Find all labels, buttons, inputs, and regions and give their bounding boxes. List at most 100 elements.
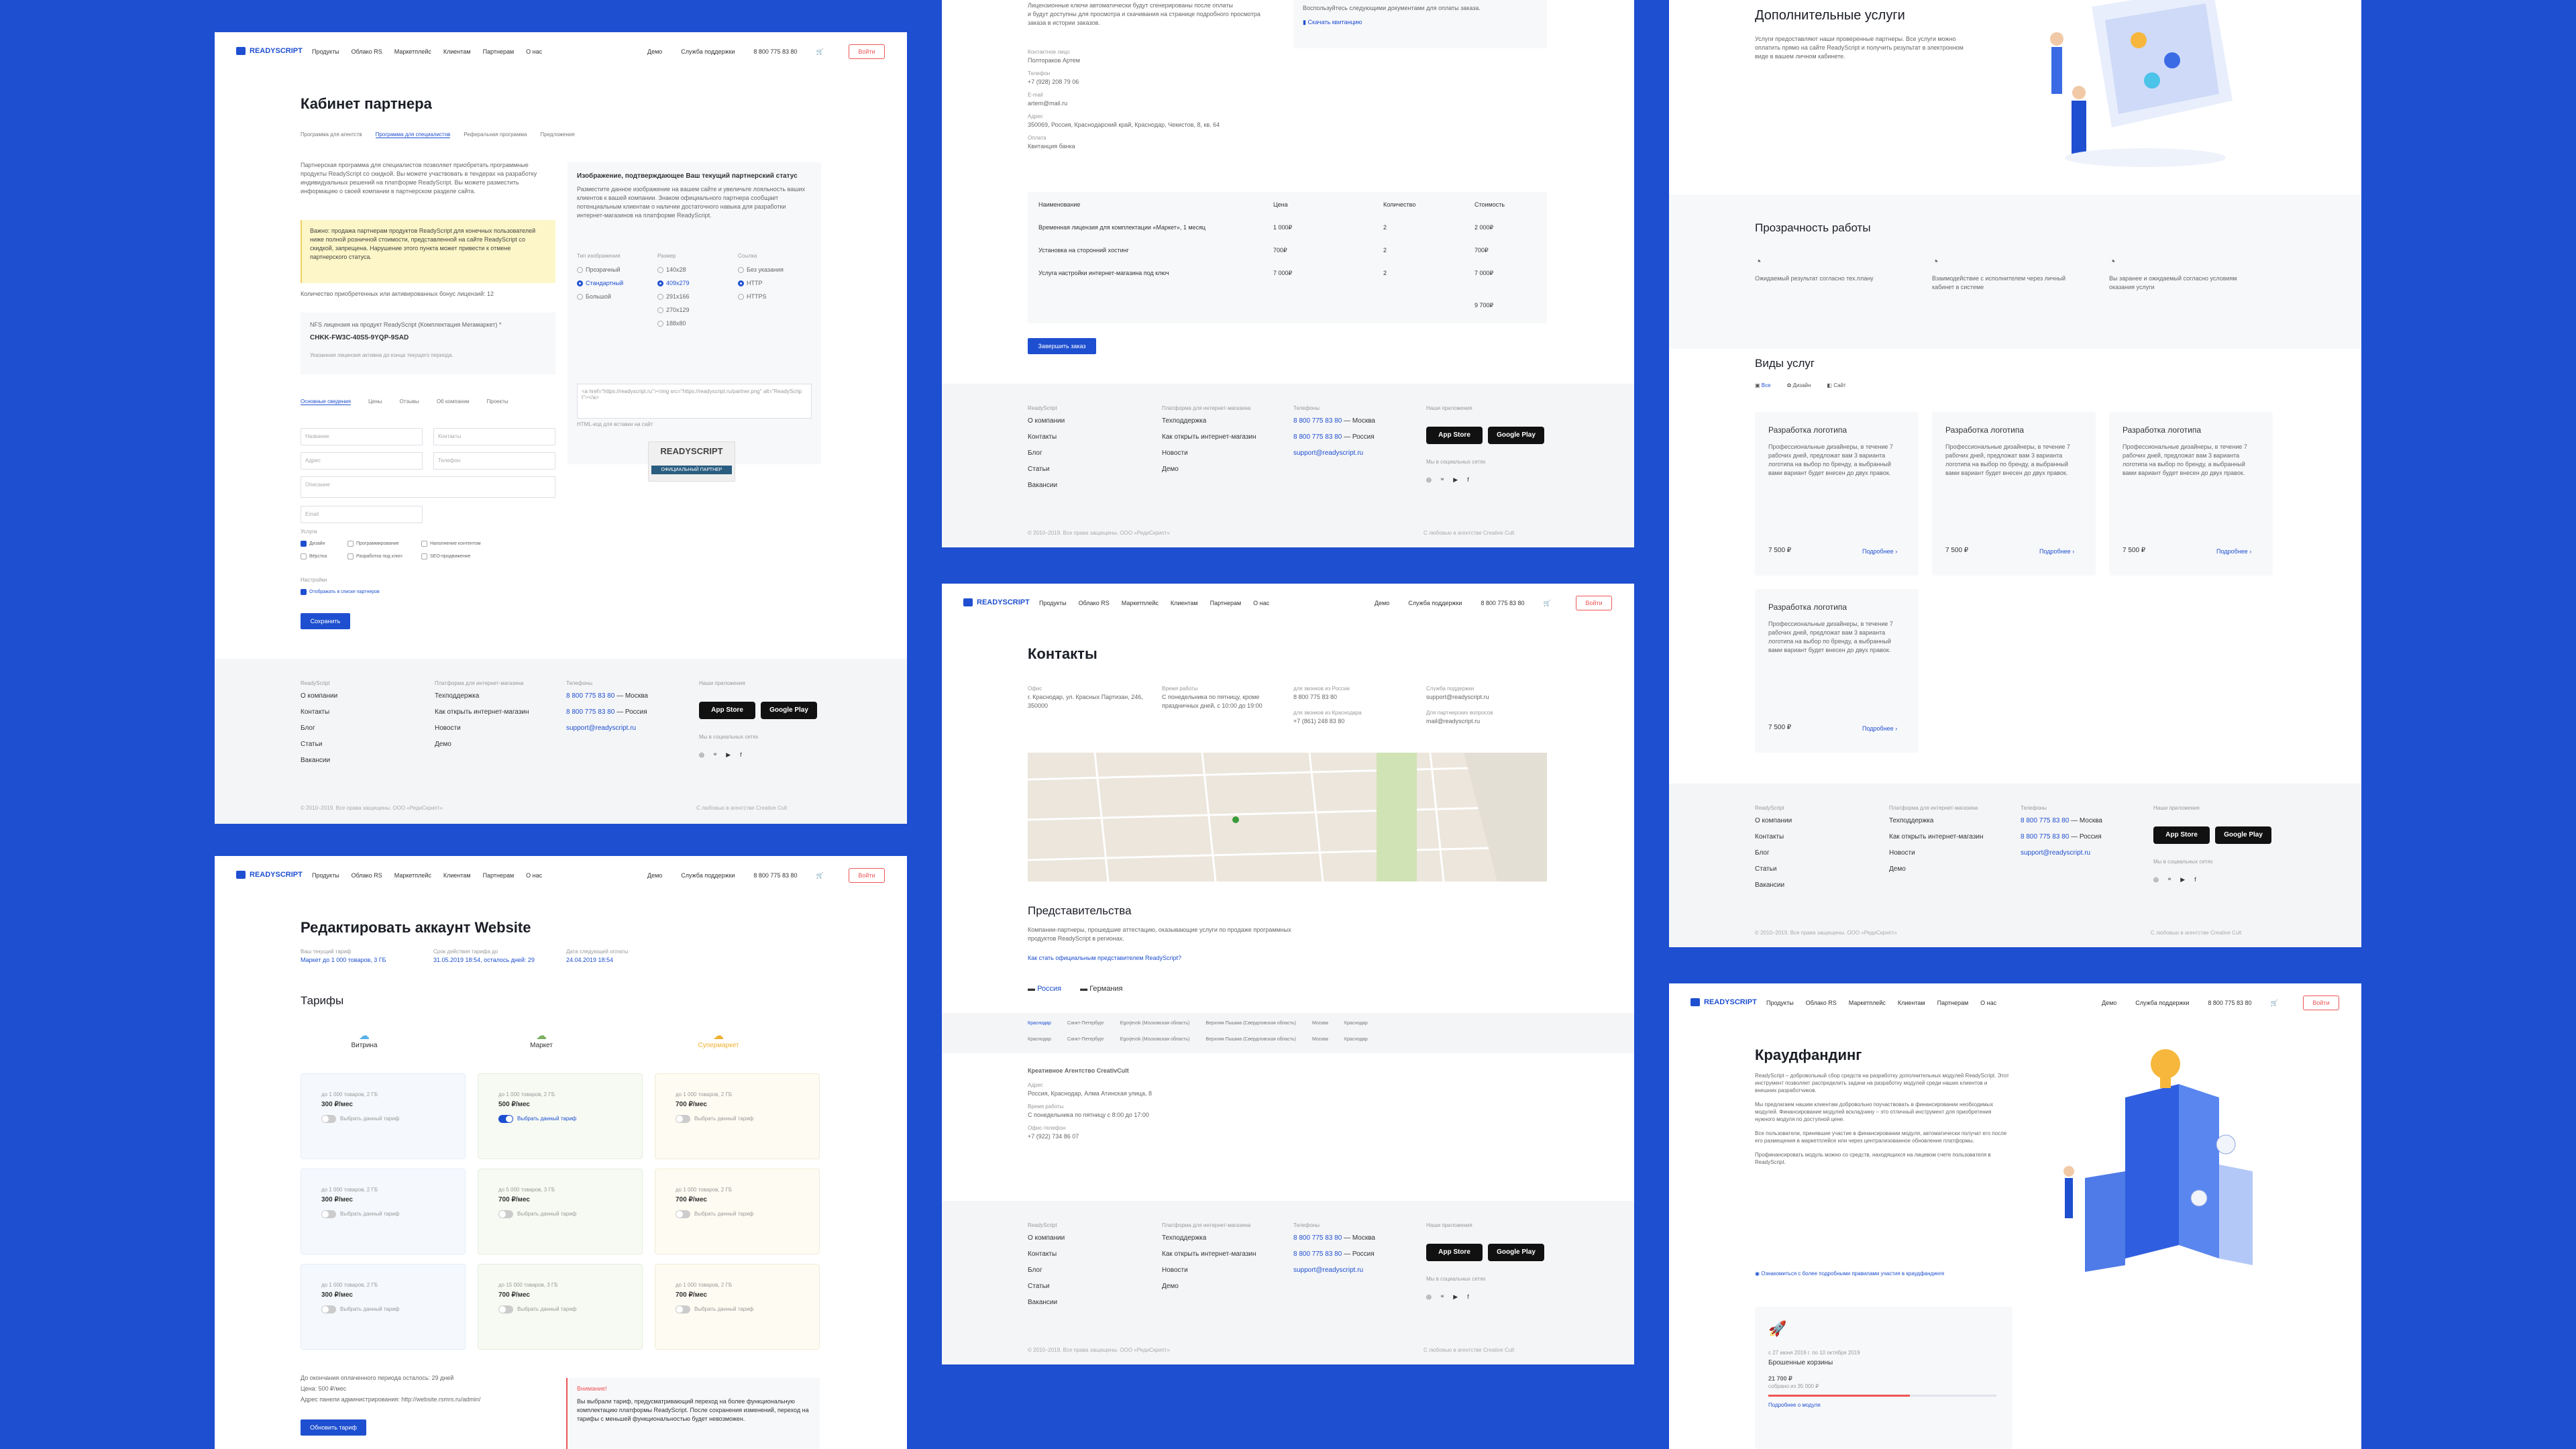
footer-link[interactable]: Вакансии xyxy=(1028,1295,1065,1311)
youtube-icon[interactable]: ▶ xyxy=(2180,876,2185,883)
footer-link[interactable]: О компании xyxy=(301,688,337,704)
footer-phone[interactable]: 8 800 775 83 80 xyxy=(1293,1234,1342,1242)
more-link[interactable]: Подробнее › xyxy=(1862,724,1897,733)
nav-item[interactable]: Партнерам xyxy=(1210,600,1242,606)
footer-link[interactable]: Блог xyxy=(1028,445,1065,462)
google-play-button[interactable]: Google Play xyxy=(1488,427,1544,444)
footer-link[interactable]: Вакансии xyxy=(1755,877,1792,894)
vk-icon[interactable]: ʷ xyxy=(1441,1293,1444,1301)
header-phone[interactable]: 8 800 775 83 80 xyxy=(753,48,797,56)
more-link[interactable]: Подробнее › xyxy=(2216,547,2251,556)
tab[interactable]: Отзывы xyxy=(400,398,419,405)
tab[interactable]: Основные сведения xyxy=(301,398,351,405)
field-description[interactable]: Описание xyxy=(301,476,555,498)
footer-phone[interactable]: 8 800 775 83 80 xyxy=(2021,833,2069,841)
cart-icon[interactable]: 🛒 xyxy=(1543,600,1550,607)
header-phone[interactable]: 8 800 775 83 80 xyxy=(753,872,797,879)
nav-item[interactable]: Продукты xyxy=(312,872,339,879)
login-button[interactable]: Войти xyxy=(849,868,885,883)
youtube-icon[interactable]: ▶ xyxy=(1453,476,1458,484)
service-card[interactable]: Разработка логотипа Профессиональные диза… xyxy=(1755,589,1919,753)
developer-credit[interactable]: С любовью в агентстве Creative Cult xyxy=(696,805,787,811)
field-contacts[interactable]: Контакты xyxy=(433,428,555,445)
footer-link[interactable]: Контакты xyxy=(1755,829,1792,845)
demo-link[interactable]: Демо xyxy=(647,872,662,879)
footer-phone[interactable]: 8 800 775 83 80 xyxy=(566,692,614,700)
footer-link[interactable]: Новости xyxy=(1162,1263,1256,1279)
nav-item[interactable]: О нас xyxy=(1980,1000,1996,1006)
footer-link[interactable]: Как открыть интернет-магазин xyxy=(435,704,529,720)
support-link[interactable]: Служба поддержки xyxy=(681,872,735,879)
logo[interactable]: READYSCRIPT xyxy=(963,598,1030,606)
google-play-button[interactable]: Google Play xyxy=(761,702,817,719)
show-in-list[interactable]: Отображать в списке партнеров xyxy=(301,588,380,596)
field-name[interactable]: Название xyxy=(301,428,423,445)
nav-item[interactable]: Партнерам xyxy=(1937,1000,1969,1006)
footer-link[interactable]: Как открыть интернет-магазин xyxy=(1162,429,1256,445)
tab[interactable]: Предложения xyxy=(540,131,574,138)
save-button[interactable]: Сохранить xyxy=(301,613,350,629)
nav-item[interactable]: Маркетплейс xyxy=(394,872,431,879)
footer-phone[interactable]: 8 800 775 83 80 xyxy=(566,708,614,716)
footer-link[interactable]: Новости xyxy=(1162,445,1256,462)
nav-item[interactable]: Клиентам xyxy=(1171,600,1198,606)
nav-item[interactable]: Продукты xyxy=(1766,1000,1794,1006)
logo[interactable]: READYSCRIPT xyxy=(236,871,303,879)
more-link[interactable]: Подробнее › xyxy=(1862,547,1897,556)
tariff-card[interactable]: до 1 000 товаров, 2 ГБ 700 ₽/мес Выбрать д… xyxy=(655,1264,820,1350)
vk-icon[interactable]: ʷ xyxy=(2168,876,2171,883)
facebook-icon[interactable]: f xyxy=(1467,1293,1469,1301)
footer-phone[interactable]: 8 800 775 83 80 xyxy=(1293,433,1342,441)
field-phone[interactable]: Телефон xyxy=(433,452,555,470)
footer-email[interactable]: support@readyscript.ru xyxy=(566,720,648,737)
demo-link[interactable]: Демо xyxy=(1375,600,1389,607)
instagram-icon[interactable]: ◎ xyxy=(699,751,704,759)
footer-link[interactable]: Как открыть интернет-магазин xyxy=(1889,829,1984,845)
cart-icon[interactable]: 🛒 xyxy=(816,48,823,56)
footer-link[interactable]: Новости xyxy=(435,720,529,737)
developer-credit[interactable]: С любовью в агентстве Creative Cult xyxy=(2151,930,2241,936)
nav-item[interactable]: Облако RS xyxy=(1806,1000,1837,1006)
more-link[interactable]: Подробнее › xyxy=(2039,547,2074,556)
nav-item[interactable]: Клиентам xyxy=(1898,1000,1925,1006)
footer-link[interactable]: Статьи xyxy=(1028,1279,1065,1295)
nav-item[interactable]: Облако RS xyxy=(352,48,382,55)
login-button[interactable]: Войти xyxy=(849,44,885,59)
footer-link[interactable]: Статьи xyxy=(1755,861,1792,877)
footer-link[interactable]: О компании xyxy=(1755,813,1792,829)
tab[interactable]: Программа для специалистов xyxy=(375,131,451,138)
footer-link[interactable]: Контакты xyxy=(1028,429,1065,445)
nav-item[interactable]: Маркетплейс xyxy=(394,48,431,55)
nav-item[interactable]: Партнерам xyxy=(483,48,515,55)
service-card[interactable]: Разработка логотипа Профессиональные диза… xyxy=(2109,412,2273,576)
field-email[interactable]: Email xyxy=(301,506,423,523)
app-store-button[interactable]: App Store xyxy=(699,702,755,719)
footer-link[interactable]: Вакансии xyxy=(1028,478,1065,494)
footer-link[interactable]: Техподдержка xyxy=(435,688,529,704)
tariff-card[interactable]: до 1 000 товаров, 2 ГБ 500 ₽/мес Выбрать д… xyxy=(478,1073,643,1159)
tariff-card[interactable]: до 5 000 товаров, 3 ГБ 700 ₽/мес Выбрать д… xyxy=(478,1169,643,1254)
service-card[interactable]: Разработка логотипа Профессиональные диза… xyxy=(1932,412,2096,576)
footer-link[interactable]: Демо xyxy=(435,737,529,753)
cart-icon[interactable]: 🛒 xyxy=(2270,1000,2277,1007)
logo[interactable]: READYSCRIPT xyxy=(1690,998,1757,1006)
nav-item[interactable]: Продукты xyxy=(1039,600,1067,606)
demo-link[interactable]: Демо xyxy=(2102,1000,2116,1007)
tariff-card[interactable]: до 15 000 товаров, 3 ГБ 700 ₽/мес Выбрать … xyxy=(478,1264,643,1350)
login-button[interactable]: Войти xyxy=(1576,596,1612,610)
header-phone[interactable]: 8 800 775 83 80 xyxy=(1481,600,1524,607)
tariff-card[interactable]: до 1 000 товаров, 2 ГБ 300 ₽/мес Выбрать д… xyxy=(301,1073,466,1159)
footer-link[interactable]: Техподдержка xyxy=(1162,1230,1256,1246)
app-store-button[interactable]: App Store xyxy=(2153,826,2210,844)
footer-link[interactable]: Контакты xyxy=(301,704,337,720)
facebook-icon[interactable]: f xyxy=(740,751,742,759)
vk-icon[interactable]: ʷ xyxy=(714,751,716,759)
demo-link[interactable]: Демо xyxy=(647,48,662,56)
app-store-button[interactable]: App Store xyxy=(1426,427,1483,444)
footer-link[interactable]: О компании xyxy=(1028,413,1065,429)
tariff-card[interactable]: до 1 000 товаров, 2 ГБ 700 ₽/мес Выбрать д… xyxy=(655,1073,820,1159)
developer-credit[interactable]: С любовью в агентстве Creative Cult xyxy=(1424,1347,1514,1353)
footer-link[interactable]: Блог xyxy=(1028,1263,1065,1279)
footer-link[interactable]: Статьи xyxy=(1028,462,1065,478)
google-play-button[interactable]: Google Play xyxy=(1488,1244,1544,1261)
